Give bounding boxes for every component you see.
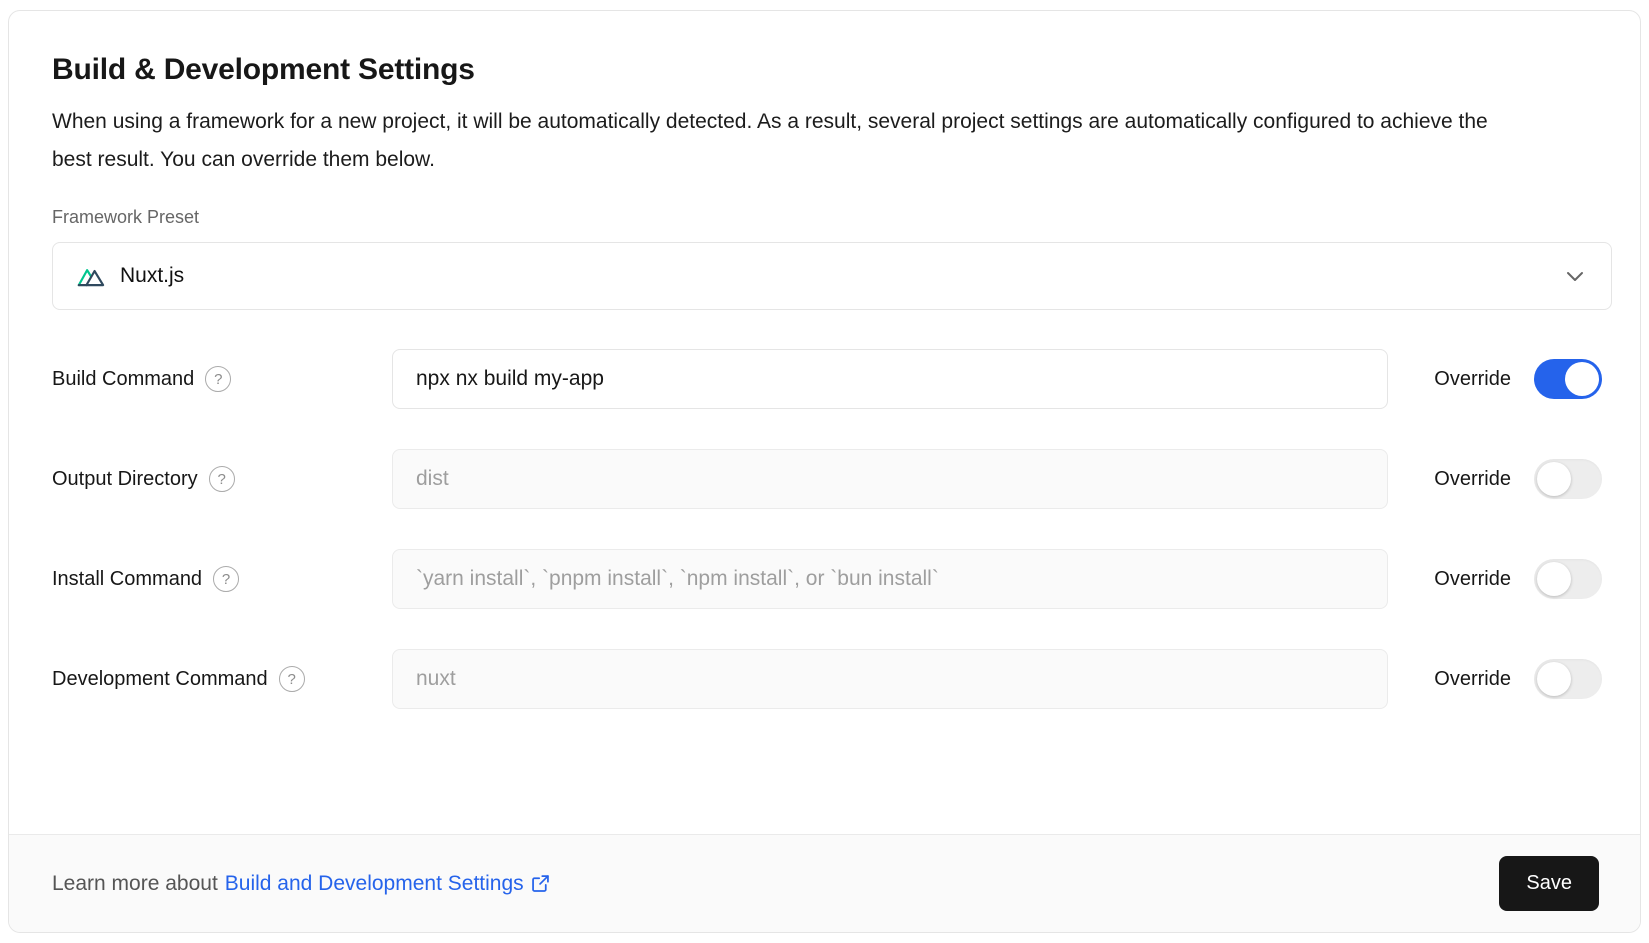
build-command-input[interactable] <box>392 349 1388 409</box>
toggle-knob <box>1565 362 1599 396</box>
build-command-row: Build Command ? Override <box>52 349 1602 409</box>
framework-selected-value: Nuxt.js <box>120 264 184 288</box>
learn-more-link[interactable]: Build and Development Settings <box>225 872 551 896</box>
card-footer: Learn more about Build and Development S… <box>9 834 1640 932</box>
toggle-knob <box>1537 462 1571 496</box>
external-link-icon <box>530 873 551 894</box>
development-command-label: Development Command <box>52 668 268 691</box>
output-directory-label: Output Directory <box>52 468 198 491</box>
install-command-label: Install Command <box>52 568 202 591</box>
learn-more: Learn more about Build and Development S… <box>52 872 551 896</box>
install-command-override-toggle[interactable] <box>1534 559 1602 599</box>
help-icon[interactable]: ? <box>209 466 235 492</box>
override-label: Override <box>1434 568 1511 591</box>
override-label: Override <box>1434 468 1511 491</box>
description-text: When using a framework for a new project… <box>52 103 1502 179</box>
override-label: Override <box>1434 668 1511 691</box>
nuxt-logo-icon <box>77 264 106 289</box>
output-directory-input <box>392 449 1388 509</box>
help-icon[interactable]: ? <box>205 366 231 392</box>
settings-rows: Build Command ? Override Output Director… <box>52 349 1602 709</box>
toggle-knob <box>1537 562 1571 596</box>
toggle-knob <box>1537 662 1571 696</box>
development-command-override-toggle[interactable] <box>1534 659 1602 699</box>
help-icon[interactable]: ? <box>279 666 305 692</box>
output-directory-row: Output Directory ? Override <box>52 449 1602 509</box>
framework-preset-select[interactable]: Nuxt.js <box>52 242 1612 310</box>
learn-more-prefix: Learn more about <box>52 872 218 896</box>
install-command-input <box>392 549 1388 609</box>
save-button[interactable]: Save <box>1499 856 1599 911</box>
output-directory-override-toggle[interactable] <box>1534 459 1602 499</box>
development-command-input <box>392 649 1388 709</box>
build-command-label: Build Command <box>52 368 194 391</box>
chevron-down-icon <box>1563 264 1587 288</box>
framework-preset-label: Framework Preset <box>52 207 1602 228</box>
build-settings-card: Build & Development Settings When using … <box>8 10 1641 933</box>
development-command-row: Development Command ? Override <box>52 649 1602 709</box>
help-icon[interactable]: ? <box>213 566 239 592</box>
page-title: Build & Development Settings <box>52 53 1602 87</box>
card-content: Build & Development Settings When using … <box>9 11 1640 834</box>
override-label: Override <box>1434 368 1511 391</box>
install-command-row: Install Command ? Override <box>52 549 1602 609</box>
learn-more-link-text: Build and Development Settings <box>225 872 524 896</box>
build-command-override-toggle[interactable] <box>1534 359 1602 399</box>
